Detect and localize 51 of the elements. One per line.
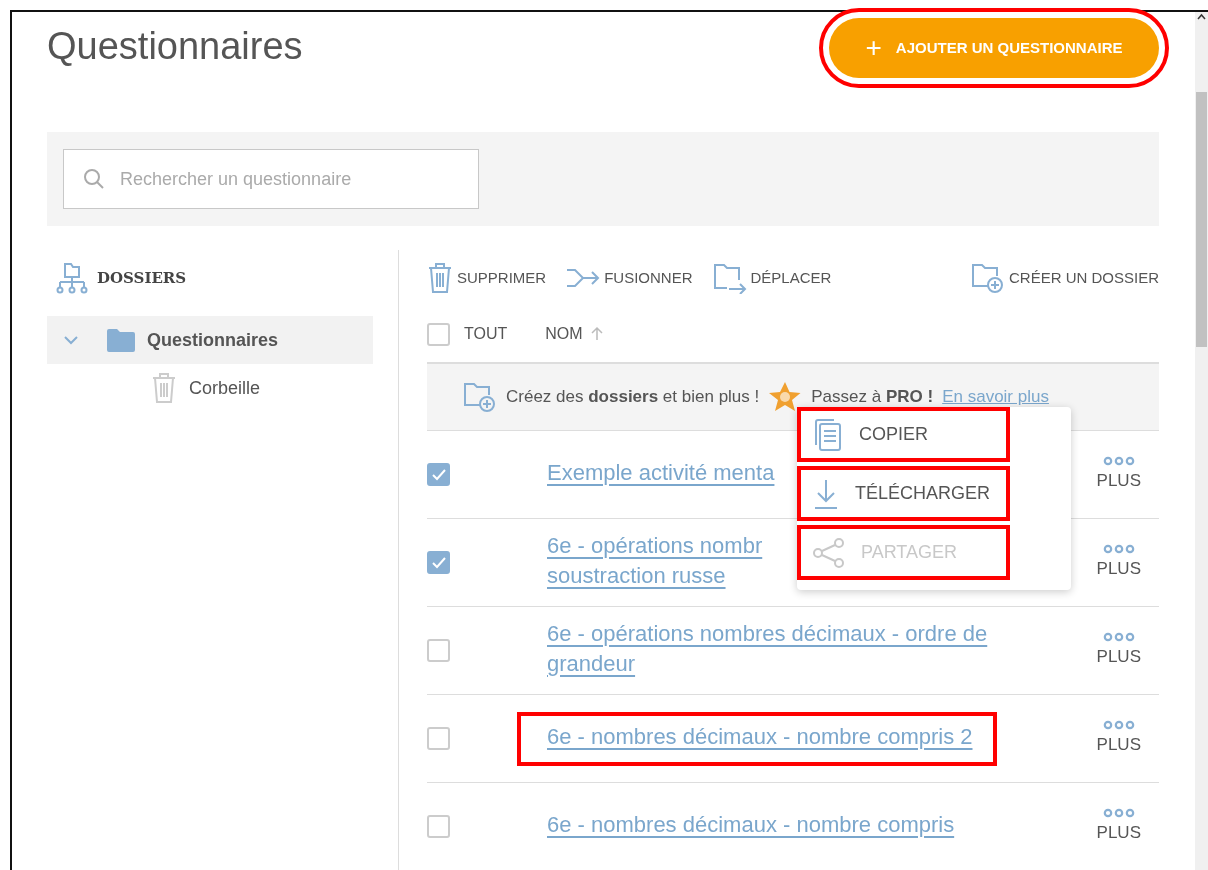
page-title: Questionnaires [47,24,303,69]
chevron-down-icon[interactable] [63,335,79,345]
dots-icon [1102,543,1135,554]
name-column-header[interactable]: NOM [545,322,603,346]
promo-text: Créez des dossiers et bien plus ! [506,386,760,409]
more-button[interactable]: PLUS [1096,455,1141,494]
row-checkbox[interactable] [427,639,450,662]
star-icon [768,381,803,413]
folder-icon [107,328,135,352]
scrollbar-thumb[interactable] [1196,92,1207,347]
toolbar-button[interactable]: DÉPLACER [712,262,832,294]
toolbar-button[interactable]: CRÉER UN DOSSIER [970,262,1159,294]
row-checkbox[interactable] [427,463,450,486]
select-all-checkbox[interactable] [427,322,450,346]
scrollbar[interactable] [1195,12,1208,870]
sidebar-item[interactable]: Corbeille [47,364,373,412]
menu-item[interactable]: COPIER [797,407,1010,462]
row-checkbox[interactable] [427,727,450,750]
download-icon [813,477,839,510]
trash-icon [427,262,453,294]
search-icon [83,168,105,190]
more-button[interactable]: PLUS [1096,807,1141,846]
new-folder-icon [970,262,1005,294]
pro-text: Passez à PRO ! [811,386,934,409]
folders-heading: DOSSIERS [97,267,187,289]
row-checkbox[interactable] [427,551,450,574]
copy-icon [813,417,843,452]
dots-icon [1102,719,1135,730]
menu-item[interactable]: TÉLÉCHARGER [797,466,1010,521]
scroll-up-icon[interactable] [1197,13,1206,20]
move-folder-icon [712,262,747,294]
check-icon [431,468,446,481]
share-icon [813,537,845,568]
check-icon [431,556,446,569]
select-all-label: TOUT [464,324,508,344]
trash-icon [151,372,177,404]
search-field[interactable]: Rechercher un questionnaire [63,149,479,209]
more-button[interactable]: PLUS [1096,543,1141,582]
more-button[interactable]: PLUS [1096,631,1141,670]
toolbar-button[interactable]: FUSIONNER [566,266,693,290]
folder-tree-icon [55,261,89,295]
more-button[interactable]: PLUS [1096,719,1141,758]
merge-arrow-icon [566,267,601,289]
plus-icon: + [865,34,882,62]
row-checkbox[interactable] [427,815,450,838]
dots-icon [1102,807,1135,818]
dots-icon [1102,631,1135,642]
dots-icon [1102,455,1135,466]
sidebar-item[interactable]: Questionnaires [47,316,373,364]
new-folder-icon [463,381,497,413]
toolbar-button[interactable]: SUPPRIMER [427,262,547,294]
